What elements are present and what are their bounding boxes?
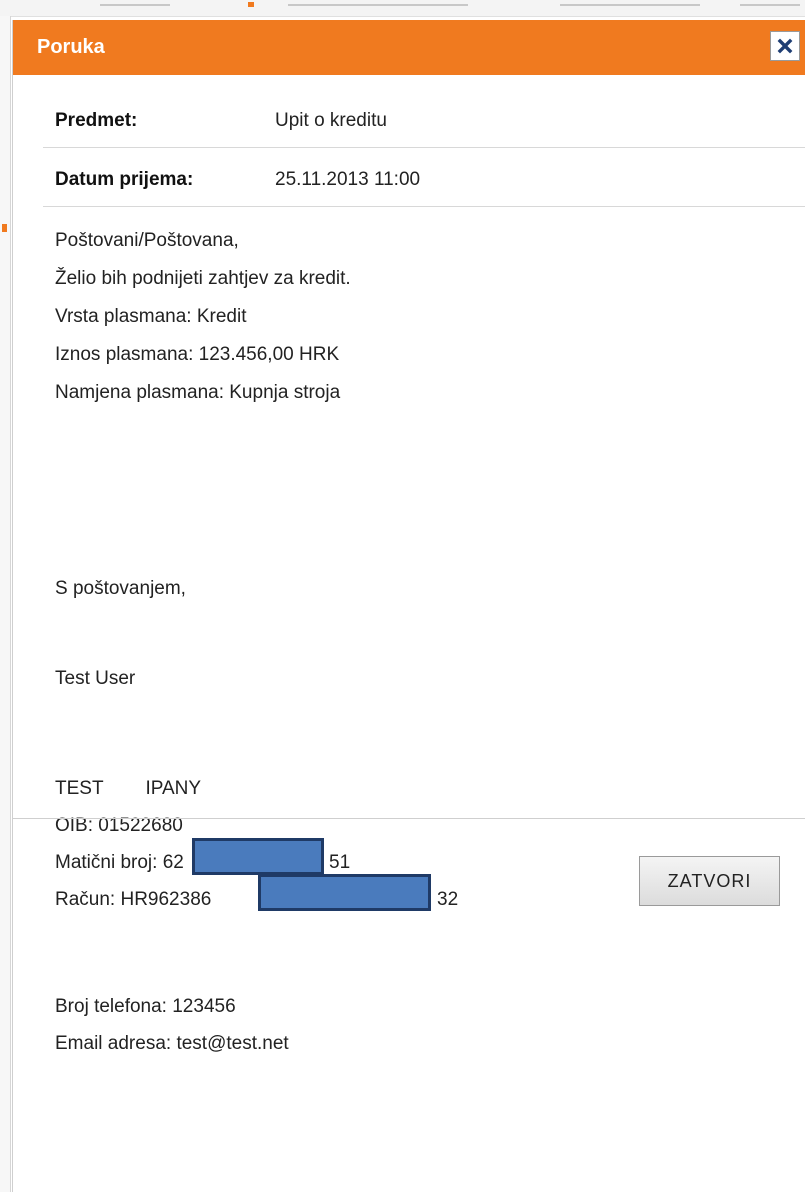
phone-line: Broj telefona: 123456 xyxy=(55,996,236,1017)
subject-value: Upit o kreditu xyxy=(275,110,387,131)
close-button[interactable]: ZATVORI xyxy=(639,856,780,906)
racun-start: Račun: HR962386 xyxy=(55,889,212,910)
background-dash xyxy=(740,4,800,6)
close-icon-button[interactable] xyxy=(770,31,800,61)
background-dash xyxy=(288,4,468,6)
email-line: Email adresa: test@test.net xyxy=(55,1033,289,1054)
background-accent xyxy=(248,2,254,7)
background-dash xyxy=(100,4,170,6)
message-line: Želio bih podnijeti zahtjev za kredit. xyxy=(55,268,351,289)
subject-label: Predmet: xyxy=(55,110,138,131)
date-received-value: 25.11.2013 11:00 xyxy=(275,169,421,190)
company-name: TEST IPANY xyxy=(55,778,202,799)
background-page-edge xyxy=(0,16,11,1192)
message-line: Vrsta plasmana: Kredit xyxy=(55,306,247,327)
dialog-titlebar: Poruka xyxy=(13,20,805,75)
message-line: Iznos plasmana: 123.456,00 HRK xyxy=(55,344,340,365)
maticni-broj-start: Matični broj: 62 xyxy=(55,852,184,873)
background-page-strip xyxy=(0,0,805,17)
message-closing: S poštovanjem, xyxy=(55,578,186,599)
subject-row: Predmet: Upit o kreditu xyxy=(43,95,805,148)
background-dash xyxy=(560,4,700,6)
dialog-title: Poruka xyxy=(37,36,105,58)
racun-end: 32 xyxy=(437,889,459,910)
footer-divider xyxy=(13,818,805,819)
redaction-box xyxy=(192,838,324,875)
background-accent xyxy=(2,224,7,232)
date-received-row: Datum prijema: 25.11.2013 11:00 xyxy=(43,154,805,207)
redaction-box xyxy=(258,874,431,911)
message-sender: Test User xyxy=(55,668,136,689)
message-line: Namjena plasmana: Kupnja stroja xyxy=(55,382,341,403)
message-greeting: Poštovani/Poštovana, xyxy=(55,230,239,251)
message-dialog: Poruka Predmet: Upit o kreditu Datum pri… xyxy=(12,20,805,1192)
close-x-icon xyxy=(777,38,793,54)
date-received-label: Datum prijema: xyxy=(55,169,194,190)
maticni-broj-end: 51 xyxy=(329,852,351,873)
